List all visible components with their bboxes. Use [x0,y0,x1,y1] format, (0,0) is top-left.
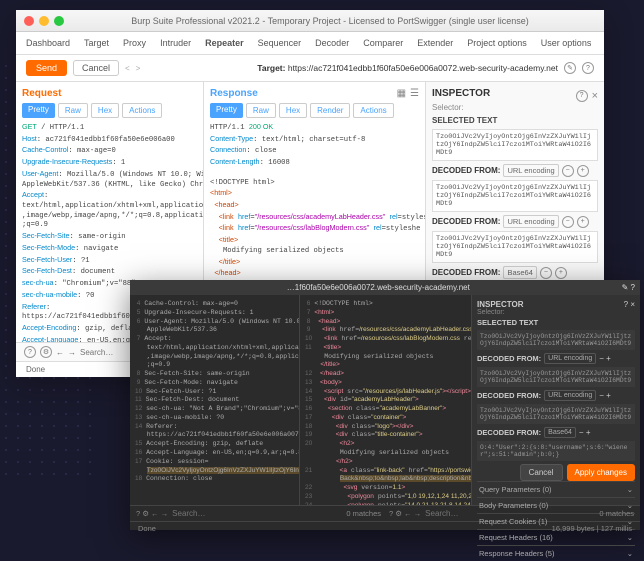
search-help-icon[interactable]: ? [24,346,36,358]
minus-icon[interactable]: − [540,267,552,279]
dark-response-search[interactable] [425,509,595,518]
help-icon[interactable]: ? [582,62,594,74]
dark-request-pane[interactable]: 4 Cache-Control: max-age=0 5 Upgrade-Ins… [130,295,300,505]
view-raw[interactable]: Raw [58,103,88,118]
layout-cols-icon[interactable]: ▦ [397,88,406,99]
tab-extender[interactable]: Extender [417,38,453,48]
status-done: Done [26,365,45,374]
view-raw[interactable]: Raw [246,103,276,118]
tab-user-options[interactable]: User options [541,38,592,48]
dark-request-search[interactable] [172,509,342,518]
tab-proxy[interactable]: Proxy [123,38,146,48]
target-value[interactable]: https://ac721f041edbb1f60fa50e6e006a0072… [288,63,558,73]
layout-rows-icon[interactable]: ☰ [410,88,419,99]
close-icon[interactable] [24,16,34,26]
inspector-help-icon[interactable]: ? [576,90,588,102]
encoding-select-1[interactable]: URL encoding [503,164,558,177]
request-title: Request [22,88,61,99]
target-label: Target: [257,63,285,73]
edit-target-icon[interactable]: ✎ [564,62,576,74]
selector-label: Selector: [432,103,598,112]
zoom-icon[interactable] [54,16,64,26]
plus-icon[interactable]: + [577,165,589,177]
burp-window-dark: …1f60fa50e6e006a0072.web-security-academ… [130,280,640,530]
inspector-title: INSPECTOR [432,88,490,99]
minus-icon[interactable]: − [562,216,574,228]
decoded-from-label: DECODED FROM: [432,166,500,175]
tab-target[interactable]: Target [84,38,109,48]
main-tabs: Dashboard Target Proxy Intruder Repeater… [16,32,604,55]
selected-text-value[interactable]: Tzo0OiJVc2VyIjoyOntzOjg6InVzZXJuYW1lIjtz… [432,129,598,161]
minus-icon[interactable]: − [562,165,574,177]
tab-dashboard[interactable]: Dashboard [26,38,70,48]
view-hex[interactable]: Hex [91,103,119,118]
history-fwd-icon[interactable]: > [136,64,141,73]
view-pretty[interactable]: Pretty [210,103,243,118]
plus-icon[interactable]: + [577,216,589,228]
send-button[interactable]: Send [26,60,67,76]
search-prev-icon[interactable]: ← [56,348,64,357]
search-next-icon[interactable]: → [68,348,76,357]
selected-text-label: SELECTED TEXT [432,116,598,125]
tab-intruder[interactable]: Intruder [160,38,191,48]
tab-comparer[interactable]: Comparer [363,38,403,48]
view-hex[interactable]: Hex [279,103,307,118]
history-back-icon[interactable]: < [125,64,130,73]
view-render[interactable]: Render [310,103,350,118]
encoding-select-2[interactable]: URL encoding [503,215,558,228]
view-pretty[interactable]: Pretty [22,103,55,118]
actions-menu[interactable]: Actions [353,103,393,118]
tab-decoder[interactable]: Decoder [315,38,349,48]
dark-inspector-pane: INSPECTOR? × Selector: SELECTED TEXT Tzo… [472,295,640,505]
repeater-toolbar: Send Cancel < > Target: https://ac721f04… [16,55,604,82]
decoded-value-2[interactable]: Tzo0OiJVc2VyIjoyOntzOjg6InVzZXJuYW1lIjtz… [432,231,598,263]
cancel-button[interactable]: Cancel [73,60,119,76]
encoding-select-3[interactable]: Base64 [503,266,536,279]
response-title: Response [210,88,258,99]
dark-host-bar: …1f60fa50e6e006a0072.web-security-academ… [130,280,640,295]
inspector-close-icon[interactable]: × [592,90,598,102]
window-title: Burp Suite Professional v2021.2 - Tempor… [64,16,596,26]
dark-response-pane[interactable]: 6 <!DOCTYPE html> 7 <html> 8 <head> 9 <l… [300,295,472,505]
minimize-icon[interactable] [39,16,49,26]
actions-menu[interactable]: Actions [122,103,162,118]
search-settings-icon[interactable]: ⚙ [40,346,52,358]
tab-repeater[interactable]: Repeater [205,38,244,48]
decoded-value-1[interactable]: Tzo0OiJVc2VyIjoyOntzOjg6InVzZXJuYW1lIjtz… [432,180,598,212]
plus-icon[interactable]: + [555,267,567,279]
titlebar: Burp Suite Professional v2021.2 - Tempor… [16,10,604,32]
tab-project-options[interactable]: Project options [467,38,527,48]
tab-sequencer[interactable]: Sequencer [258,38,302,48]
